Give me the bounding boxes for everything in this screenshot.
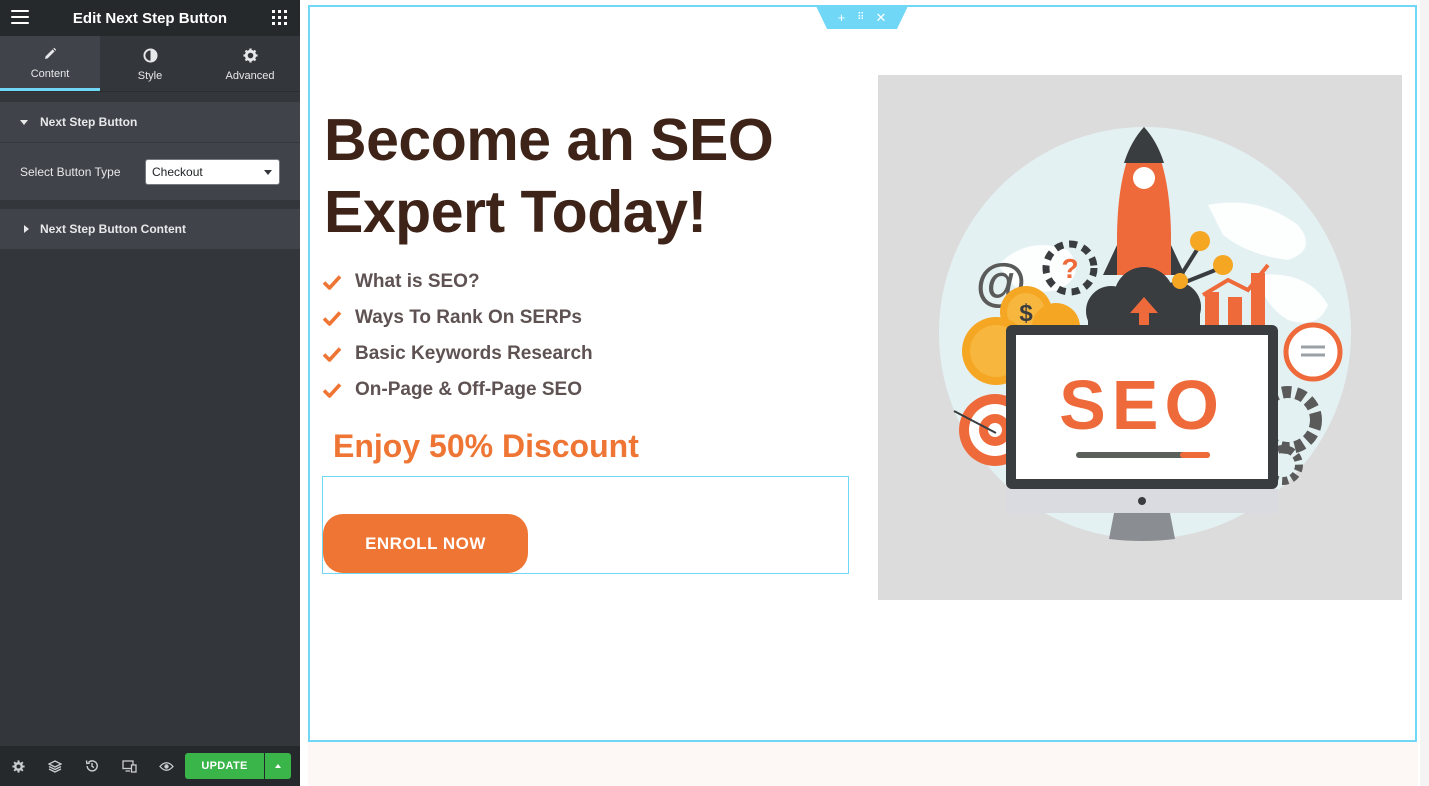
list-item: Basic Keywords Research xyxy=(322,336,593,372)
button-type-select[interactable]: Checkout xyxy=(145,159,280,185)
question-mark-label: ? xyxy=(1061,253,1078,284)
enroll-now-button[interactable]: ENROLL NOW xyxy=(323,514,528,573)
heading-line-2: Expert Today! xyxy=(324,179,707,245)
pencil-icon xyxy=(43,44,57,64)
feature-list: What is SEO? Ways To Rank On SERPs Basic… xyxy=(322,264,593,408)
preview-icon[interactable] xyxy=(158,758,174,774)
feature-label: Basic Keywords Research xyxy=(355,343,593,364)
discount-heading: Enjoy 50% Discount xyxy=(333,428,639,464)
section-handles: + ⠿ ✕ xyxy=(816,6,908,29)
check-icon xyxy=(322,346,344,362)
button-type-value: Checkout xyxy=(152,165,203,179)
add-section-icon[interactable]: + xyxy=(838,11,846,24)
list-item: Ways To Rank On SERPs xyxy=(322,300,593,336)
responsive-icon[interactable] xyxy=(121,758,137,774)
page-heading: Become an SEO Expert Today! xyxy=(324,104,844,248)
feature-label: What is SEO? xyxy=(355,271,480,292)
section-next-step-button-content[interactable]: Next Step Button Content xyxy=(0,209,300,249)
list-item: What is SEO? xyxy=(322,264,593,300)
gear-icon xyxy=(242,46,258,66)
canvas-scrollbar[interactable] xyxy=(1420,0,1429,786)
delete-section-icon[interactable]: ✕ xyxy=(876,11,887,24)
select-button-type-label: Select Button Type xyxy=(20,165,121,179)
tab-style-label: Style xyxy=(137,69,163,82)
section-next-step-button[interactable]: Next Step Button xyxy=(0,102,300,142)
panel-title: Edit Next Step Button xyxy=(72,9,228,27)
history-icon[interactable] xyxy=(84,758,100,774)
tab-content-label: Content xyxy=(30,68,70,80)
panel-header: Edit Next Step Button xyxy=(0,0,300,36)
section-next-step-button-label: Next Step Button xyxy=(40,115,138,129)
seo-screen-label: SEO xyxy=(1059,366,1225,444)
tab-content[interactable]: Content xyxy=(0,36,100,91)
caret-down-icon xyxy=(264,170,272,175)
check-icon xyxy=(322,310,344,326)
menu-icon[interactable] xyxy=(11,10,29,25)
feature-label: Ways To Rank On SERPs xyxy=(355,307,582,328)
update-button[interactable]: UPDATE xyxy=(185,753,264,779)
tab-advanced-label: Advanced xyxy=(225,69,275,82)
section-next-step-button-content-label: Next Step Button Content xyxy=(40,222,186,236)
caret-right-icon xyxy=(24,225,29,233)
caret-down-icon xyxy=(20,119,28,125)
check-icon xyxy=(322,382,344,398)
heading-line-1: Become an SEO xyxy=(324,107,774,173)
next-section xyxy=(308,742,1418,786)
widgets-grid-icon[interactable] xyxy=(272,10,287,25)
feature-label: On-Page & Off-Page SEO xyxy=(355,379,582,400)
editor-panel: Edit Next Step Button Content Style Adva… xyxy=(0,0,300,786)
tab-advanced[interactable]: Advanced xyxy=(200,36,300,91)
seo-illustration: ? @ $ SEO xyxy=(878,75,1402,600)
select-button-type-control: Select Button Type Checkout xyxy=(0,142,300,200)
drag-section-icon[interactable]: ⠿ xyxy=(857,12,864,23)
list-item: On-Page & Off-Page SEO xyxy=(322,372,593,408)
contrast-icon xyxy=(142,46,158,66)
caret-up-icon xyxy=(275,764,281,768)
tab-style[interactable]: Style xyxy=(100,36,200,91)
settings-icon[interactable] xyxy=(10,758,26,774)
check-icon xyxy=(322,274,344,290)
panel-tabs: Content Style Advanced xyxy=(0,36,300,92)
coin-symbol-label: $ xyxy=(1019,300,1033,327)
layers-icon[interactable] xyxy=(47,758,63,774)
update-options-button[interactable] xyxy=(265,753,291,779)
